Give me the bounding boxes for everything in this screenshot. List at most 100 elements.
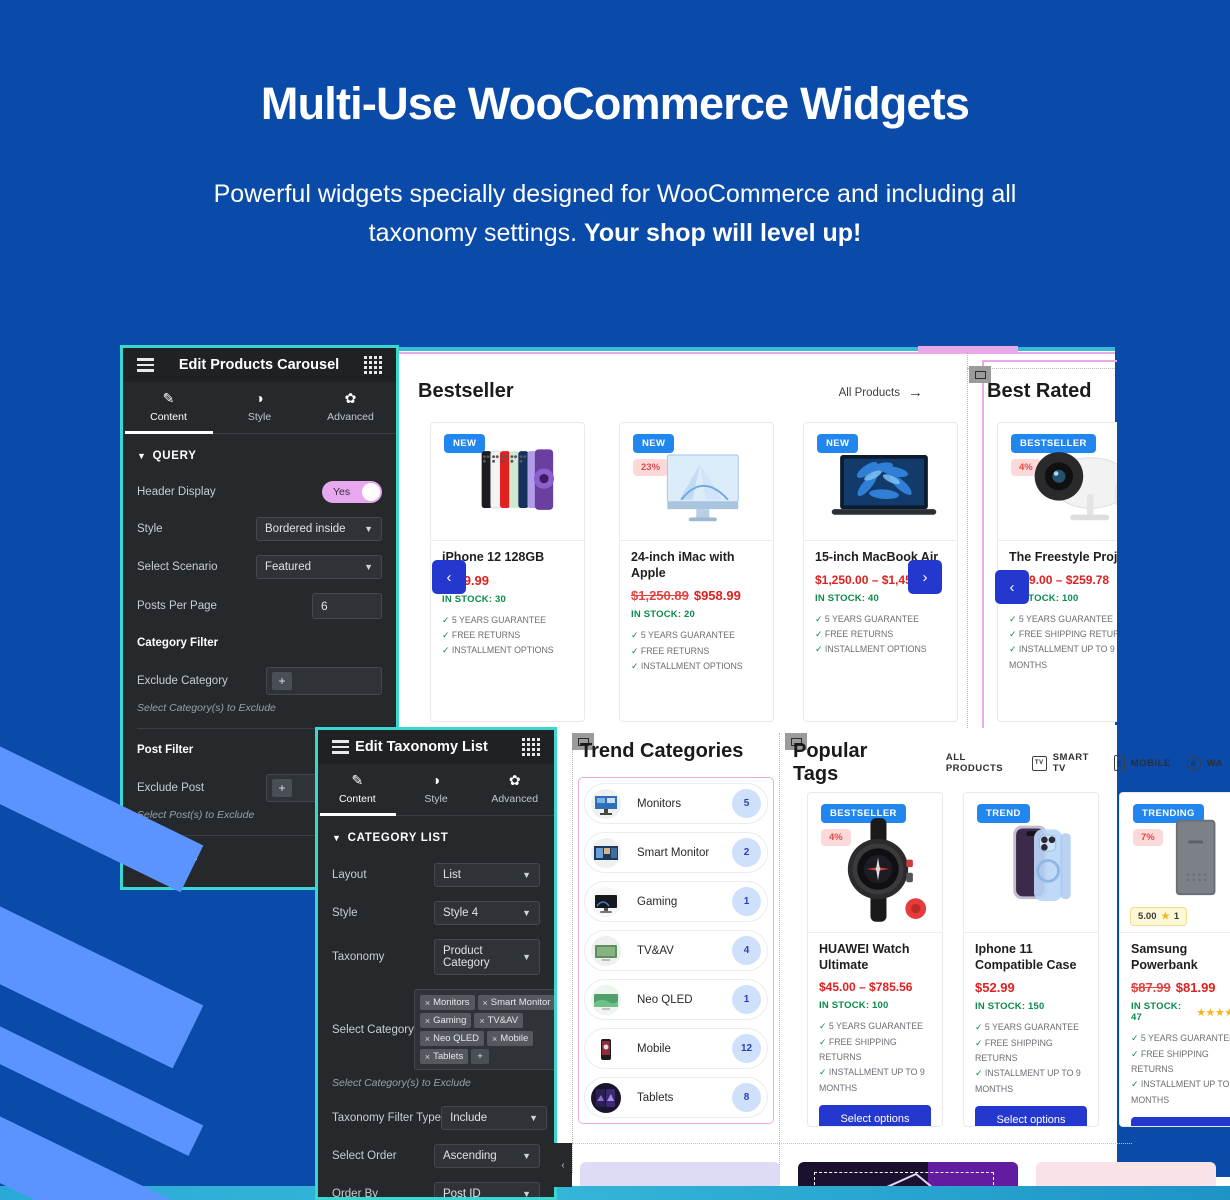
hamburger-icon[interactable] <box>332 740 349 754</box>
list-item[interactable]: Tablets 8 <box>584 1077 768 1118</box>
carousel-prev-button[interactable]: ‹ <box>995 570 1029 604</box>
category-name: Tablets <box>637 1091 674 1104</box>
tab-advanced[interactable]: ✿ Advanced <box>475 764 554 815</box>
category-chip[interactable]: × Mobile <box>487 1031 534 1046</box>
list-item[interactable]: Gaming 1 <box>584 881 768 922</box>
section-label: CATEGORY LIST <box>347 832 449 844</box>
panel-collapse-tab[interactable]: ‹ <box>554 1143 572 1187</box>
remove-icon[interactable]: × <box>425 1016 430 1026</box>
widget-boundary-left <box>967 352 968 728</box>
rating-value: 5.00 <box>1138 911 1157 922</box>
remove-icon[interactable]: × <box>479 1016 484 1026</box>
taxonomy-select[interactable]: Product Category ▼ <box>434 939 540 975</box>
field-control: List ▼ <box>434 863 540 887</box>
best-rated-heading: Best Rated <box>987 380 1092 402</box>
select-value: Style 4 <box>443 907 479 919</box>
tagnav-all-products[interactable]: ALL PRODUCTS <box>946 752 1016 774</box>
tagnav-smart-tv[interactable]: TV SMART TV <box>1031 752 1098 774</box>
remove-icon[interactable]: × <box>425 1034 430 1044</box>
trend-boundary-left <box>572 733 573 1173</box>
style-select[interactable]: Style 4 ▼ <box>434 901 540 925</box>
tab-style[interactable]: ◑ Style <box>214 382 305 433</box>
panel-tabs: ✎ Content ◑ Style ✿ Advanced <box>123 382 396 434</box>
product-card[interactable]: BESTSELLER 4% HUAWEI Watch Ultimate $45.… <box>807 792 943 1127</box>
all-products-link[interactable]: All Products → <box>839 384 923 401</box>
category-count: 8 <box>732 1083 761 1112</box>
add-to-cart-button[interactable]: Add to cart <box>1131 1117 1230 1126</box>
product-features: 5 YEARS GUARANTEE FREE SHIPPING RETURNS … <box>819 1019 931 1096</box>
phone-icon: ▯ <box>1113 755 1125 771</box>
chevron-down-icon: ▼ <box>522 908 531 918</box>
remove-icon[interactable]: × <box>425 998 430 1008</box>
chevron-left-icon: ‹ <box>1009 578 1015 596</box>
field-filter-type: Taxonomy Filter Type Include ▼ <box>318 1099 554 1137</box>
product-body: 24-inch iMac with Apple $1,250.89 $958.99… <box>620 541 773 684</box>
grid-apps-icon[interactable] <box>521 738 540 756</box>
remove-icon[interactable]: × <box>483 998 488 1008</box>
product-price: $87.99 $81.99 <box>1131 980 1230 995</box>
product-card[interactable]: NEW 23% 24-inch iMac with Apple $1,250.8… <box>619 422 774 722</box>
star-icon: ★ <box>1161 911 1170 922</box>
tagnav-watch[interactable]: ◎ WA <box>1186 756 1223 770</box>
tab-label: Content <box>150 411 187 423</box>
order-by-select[interactable]: Post ID ▼ <box>434 1182 540 1197</box>
category-chip[interactable]: × Neo QLED <box>419 1031 485 1046</box>
subtitle-part-2: Your shop will level up! <box>584 218 862 247</box>
select-options-button[interactable]: Select options <box>819 1105 931 1126</box>
remove-icon[interactable]: × <box>492 1034 497 1044</box>
decorative-stripes <box>0 560 330 1200</box>
product-card[interactable]: TRENDING 7% 5.00 ★ 1 Samsung Powerbank $… <box>1119 792 1230 1127</box>
category-name: Gaming <box>637 895 678 908</box>
product-card[interactable]: TREND Iphone 11 Compatible Case $52.99 I… <box>963 792 1099 1127</box>
field-label: Order By <box>332 1188 379 1200</box>
watch-icon: ◎ <box>1186 756 1201 770</box>
header-display-toggle[interactable]: Yes <box>322 481 382 503</box>
list-item[interactable]: TV&AV 4 <box>584 930 768 971</box>
select-options-button[interactable]: Select options <box>975 1106 1087 1126</box>
category-list-section-header[interactable]: ▼ CATEGORY LIST <box>318 816 554 856</box>
tagnav-mobile[interactable]: ▯ MOBILE <box>1113 755 1171 771</box>
remove-icon[interactable]: × <box>425 1052 430 1062</box>
list-item[interactable]: Mobile 12 <box>584 1028 768 1069</box>
carousel-prev-button[interactable]: ‹ <box>432 560 466 594</box>
tab-content[interactable]: ✎ Content <box>123 382 214 433</box>
category-chip[interactable]: × Smart Monitor <box>477 995 554 1010</box>
tab-style[interactable]: ◑ Style <box>397 764 476 815</box>
field-label: Header Display <box>137 486 216 498</box>
product-body: Iphone 11 Compatible Case $52.99 IN STOC… <box>964 933 1098 1126</box>
list-item[interactable]: Smart Monitor 2 <box>584 832 768 873</box>
iphone-case-image <box>1013 825 1071 902</box>
product-price: $45.00 – $785.56 <box>819 980 913 995</box>
select-category-helper: Select Category(s) to Exclude <box>332 1077 471 1089</box>
product-feature: 5 YEARS GUARANTEE <box>631 628 762 643</box>
panel-topbar: Edit Taxonomy List <box>318 730 554 764</box>
carousel-next-button[interactable]: › <box>908 560 942 594</box>
field-layout: Layout List ▼ <box>318 856 554 894</box>
category-chip[interactable]: × TV&AV <box>474 1013 524 1028</box>
select-order-select[interactable]: Ascending ▼ <box>434 1144 540 1168</box>
chip-label: Tablets <box>433 1051 464 1062</box>
tagnav-label: WA <box>1206 757 1223 769</box>
tab-label: Content <box>338 793 376 805</box>
list-item[interactable]: Monitors 5 <box>584 783 768 824</box>
chevron-left-icon: ‹ <box>446 568 452 586</box>
chevron-right-icon: › <box>922 568 928 586</box>
tab-advanced[interactable]: ✿ Advanced <box>305 382 396 433</box>
trend-boundary-right <box>779 733 780 1173</box>
rating-badge: 5.00 ★ 1 <box>1130 907 1188 926</box>
panel-topbar: Edit Products Carousel <box>123 348 396 382</box>
product-feature: 5 YEARS GUARANTEE <box>1131 1031 1230 1046</box>
layout-select[interactable]: List ▼ <box>434 863 540 887</box>
list-item[interactable]: Neo QLED 1 <box>584 979 768 1020</box>
filter-type-select[interactable]: Include ▼ <box>441 1106 548 1130</box>
category-chip[interactable]: × Tablets <box>419 1049 469 1064</box>
hamburger-icon[interactable] <box>137 358 154 372</box>
category-count: 2 <box>732 838 761 867</box>
style-select[interactable]: Bordered inside ▼ <box>256 517 382 541</box>
category-chip[interactable]: × Monitors <box>419 995 475 1010</box>
category-chip[interactable]: × Gaming <box>419 1013 472 1028</box>
add-category-chip[interactable]: + <box>471 1049 489 1064</box>
query-section-header[interactable]: ▼ QUERY <box>123 434 396 474</box>
select-category-chips[interactable]: × Monitors × Smart Monitor × Gaming × TV&AV … <box>413 989 554 1070</box>
grid-apps-icon[interactable] <box>364 356 382 374</box>
